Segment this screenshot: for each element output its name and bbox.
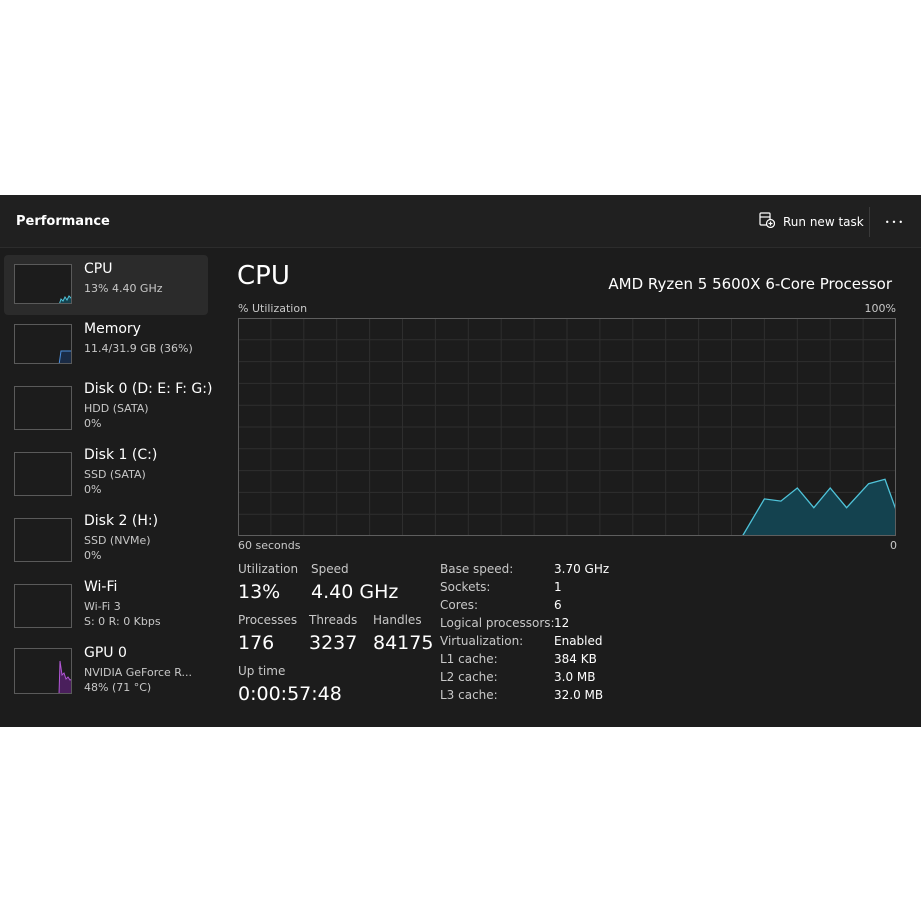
sidebar-item-detail: SSD (NVMe) bbox=[84, 534, 151, 547]
handles-value: 84175 bbox=[373, 632, 434, 654]
toolbar-divider bbox=[869, 207, 870, 237]
spec-label: Base speed: bbox=[440, 562, 514, 576]
spec-value: 3.70 GHz bbox=[554, 562, 610, 576]
more-options-button[interactable]: ••• bbox=[880, 208, 910, 236]
sidebar-item-detail: SSD (SATA) bbox=[84, 468, 146, 481]
spec-label: L1 cache: bbox=[440, 652, 498, 666]
disk-0-thumbnail-graph bbox=[14, 386, 72, 430]
spec-label: Cores: bbox=[440, 598, 479, 612]
sidebar-item-cpu[interactable]: CPU 13% 4.40 GHz bbox=[4, 255, 208, 315]
spec-label: Virtualization: bbox=[440, 634, 524, 648]
task-manager-window: Performance Run new task ••• CPU 13% 4.4… bbox=[0, 195, 921, 727]
sidebar-item-usage: 48% (71 °C) bbox=[84, 681, 152, 694]
sidebar-item-usage: 0% bbox=[84, 483, 102, 496]
processes-value: 176 bbox=[238, 632, 275, 654]
sidebar-item-label: Disk 2 (H:) bbox=[84, 513, 159, 529]
spec-value: 384 KB bbox=[554, 652, 597, 666]
sidebar-item-detail: HDD (SATA) bbox=[84, 402, 149, 415]
disk-1-thumbnail-graph bbox=[14, 452, 72, 496]
cpu-utilization-graph bbox=[238, 318, 896, 536]
sidebar-item-label: CPU bbox=[84, 261, 113, 277]
speed-label: Speed bbox=[311, 562, 349, 576]
sidebar-item-label: Wi-Fi bbox=[84, 579, 118, 595]
sidebar-item-usage: 0% bbox=[84, 417, 102, 430]
sidebar-item-label: GPU 0 bbox=[84, 645, 127, 661]
memory-thumbnail-graph bbox=[14, 324, 72, 364]
sidebar-item-detail: Wi-Fi 3 bbox=[84, 600, 121, 613]
speed-value: 4.40 GHz bbox=[311, 581, 399, 603]
threads-label: Threads bbox=[309, 613, 358, 627]
run-new-task-label: Run new task bbox=[783, 215, 864, 229]
utilization-value: 13% bbox=[238, 581, 281, 603]
sidebar-item-disk-2[interactable]: Disk 2 (H:) SSD (NVMe) 0% bbox=[4, 507, 208, 567]
graph-zero-label: 0 bbox=[890, 539, 897, 552]
spec-value: 12 bbox=[554, 616, 570, 630]
utilization-max-label: 100% bbox=[864, 302, 896, 315]
sidebar-item-detail: 13% 4.40 GHz bbox=[84, 282, 163, 295]
sidebar-item-detail: NVIDIA GeForce R... bbox=[84, 666, 193, 679]
spec-value: 6 bbox=[554, 598, 562, 612]
spec-label: L3 cache: bbox=[440, 688, 498, 702]
handles-label: Handles bbox=[373, 613, 422, 627]
sidebar-item-gpu-0[interactable]: GPU 0 NVIDIA GeForce R... 48% (71 °C) bbox=[4, 639, 208, 699]
threads-value: 3237 bbox=[309, 632, 358, 654]
more-icon: ••• bbox=[884, 217, 906, 227]
sidebar-item-usage: S: 0 R: 0 Kbps bbox=[84, 615, 161, 628]
cpu-heading: CPU bbox=[237, 261, 290, 291]
utilization-label: Utilization bbox=[238, 562, 299, 576]
uptime-value: 0:00:57:48 bbox=[238, 683, 342, 705]
spec-label: L2 cache: bbox=[440, 670, 498, 684]
sidebar-item-detail: 11.4/31.9 GB (36%) bbox=[84, 342, 193, 355]
sidebar-item-memory[interactable]: Memory 11.4/31.9 GB (36%) bbox=[4, 315, 208, 375]
utilization-axis-label: % Utilization bbox=[238, 302, 308, 315]
title-bar: Performance Run new task ••• bbox=[0, 195, 921, 248]
sidebar-item-label: Disk 1 (C:) bbox=[84, 447, 158, 463]
run-new-task-button[interactable]: Run new task bbox=[753, 208, 865, 236]
sidebar-item-disk-1[interactable]: Disk 1 (C:) SSD (SATA) 0% bbox=[4, 441, 208, 501]
gpu-thumbnail-graph bbox=[14, 648, 72, 694]
wifi-thumbnail-graph bbox=[14, 584, 72, 628]
uptime-label: Up time bbox=[238, 664, 286, 678]
processor-name: AMD Ryzen 5 5600X 6-Core Processor bbox=[608, 275, 892, 293]
page-title: Performance bbox=[16, 214, 110, 229]
disk-2-thumbnail-graph bbox=[14, 518, 72, 562]
run-task-icon bbox=[759, 212, 776, 232]
sidebar-item-label: Disk 0 (D: E: F: G:) bbox=[84, 381, 213, 397]
graph-time-label: 60 seconds bbox=[238, 539, 301, 552]
spec-label: Logical processors: bbox=[440, 616, 555, 630]
cpu-thumbnail-graph bbox=[14, 264, 72, 304]
spec-value: Enabled bbox=[554, 634, 603, 648]
sidebar-item-disk-0[interactable]: Disk 0 (D: E: F: G:) HDD (SATA) 0% bbox=[4, 375, 212, 435]
sidebar-item-label: Memory bbox=[84, 321, 141, 337]
sidebar-item-wifi[interactable]: Wi-Fi Wi-Fi 3 S: 0 R: 0 Kbps bbox=[4, 573, 208, 633]
spec-value: 32.0 MB bbox=[554, 688, 604, 702]
spec-value: 3.0 MB bbox=[554, 670, 596, 684]
sidebar-item-usage: 0% bbox=[84, 549, 102, 562]
spec-value: 1 bbox=[554, 580, 562, 594]
processes-label: Processes bbox=[238, 613, 298, 627]
spec-label: Sockets: bbox=[440, 580, 491, 594]
